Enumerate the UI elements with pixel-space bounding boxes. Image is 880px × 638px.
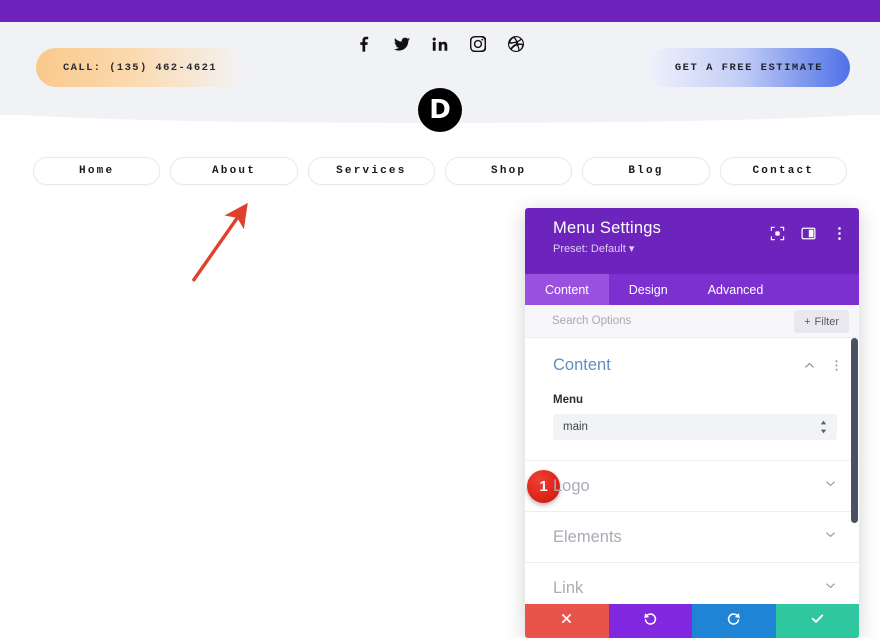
panel-preset-selector[interactable]: Preset: Default ▾ (553, 242, 843, 255)
dribbble-icon[interactable] (508, 36, 524, 52)
instagram-icon[interactable] (470, 36, 486, 52)
nav-item-services[interactable]: Services (307, 157, 435, 185)
panel-header-actions (770, 226, 847, 241)
nav-label: Contact (752, 165, 815, 177)
chevron-down-icon (824, 528, 837, 546)
divi-logo-letter: D (429, 95, 451, 125)
menu-settings-panel: Menu Settings Preset: Default ▾ Content … (525, 208, 859, 638)
save-button[interactable] (775, 604, 859, 638)
redo-icon (726, 611, 741, 631)
plus-icon: + (804, 315, 811, 328)
section-link-title: Link (553, 578, 584, 597)
panel-header: Menu Settings Preset: Default ▾ (525, 208, 859, 274)
nav-item-about[interactable]: About (170, 157, 298, 185)
panel-scrollbar[interactable] (851, 338, 858, 523)
nav-item-home[interactable]: Home (33, 157, 161, 185)
redo-button[interactable] (692, 604, 776, 638)
tab-label: Advanced (707, 282, 764, 297)
tab-label: Content (545, 282, 589, 297)
nav-label: Shop (491, 165, 527, 177)
cancel-button[interactable] (525, 604, 609, 638)
nav-label: Services (336, 165, 407, 177)
panel-tabs: Content Design Advanced (525, 274, 859, 305)
top-purple-bar (0, 0, 880, 22)
app-root: CALL: (135) 462-4621 GET A FREE ESTIMATE… (0, 0, 880, 638)
nav-item-blog[interactable]: Blog (582, 157, 710, 185)
filter-label: Filter (814, 315, 839, 328)
menu-field-label: Menu (553, 394, 584, 406)
nav-label: Home (79, 165, 115, 177)
panel-body: Content Menu main 1 Logo Elements Link (525, 338, 859, 604)
more-options-icon[interactable] (832, 226, 847, 241)
menu-select-wrapper: main 1 (527, 414, 837, 503)
section-link[interactable]: Link (525, 563, 859, 604)
section-elements[interactable]: Elements (525, 512, 859, 563)
tab-label: Design (628, 282, 668, 297)
tab-advanced[interactable]: Advanced (688, 274, 784, 305)
annotation-arrow-icon (191, 202, 248, 282)
section-content-title: Content (553, 356, 611, 374)
chevron-down-icon (824, 477, 837, 495)
social-icons-row (0, 36, 880, 52)
menu-select[interactable]: main (553, 414, 837, 440)
section-content: Content Menu main 1 (525, 338, 859, 503)
nav-item-shop[interactable]: Shop (444, 157, 573, 185)
caret-down-icon: ▾ (628, 243, 635, 255)
section-logo[interactable]: Logo (525, 461, 859, 512)
main-navigation: Home About Services Shop Blog Contact (0, 157, 880, 185)
divi-logo[interactable]: D (418, 88, 462, 132)
focus-target-icon[interactable] (770, 226, 785, 241)
facebook-icon[interactable] (356, 36, 372, 52)
search-row: + Filter (525, 305, 859, 338)
check-icon (810, 611, 825, 631)
nav-label: Blog (628, 165, 664, 177)
panel-footer (525, 604, 859, 638)
nav-label: About (211, 165, 256, 177)
undo-icon (643, 611, 658, 631)
tab-design[interactable]: Design (609, 274, 688, 305)
twitter-icon[interactable] (394, 36, 410, 52)
tab-content[interactable]: Content (525, 274, 609, 305)
get-free-estimate-button[interactable]: GET A FREE ESTIMATE (648, 48, 850, 87)
call-phone-button[interactable]: CALL: (135) 462-4621 (36, 48, 244, 87)
chevron-down-icon (824, 579, 837, 597)
section-elements-title: Elements (553, 527, 622, 546)
filter-button[interactable]: + Filter (794, 310, 849, 333)
estimate-label: GET A FREE ESTIMATE (674, 61, 824, 74)
nav-item-contact[interactable]: Contact (719, 157, 847, 185)
panel-layout-icon[interactable] (801, 226, 816, 241)
close-icon (560, 612, 573, 630)
call-phone-label: CALL: (135) 462-4621 (62, 61, 218, 74)
undo-button[interactable] (608, 604, 692, 638)
linkedin-icon[interactable] (432, 36, 448, 52)
panel-preset-label: Preset: Default (553, 243, 626, 255)
section-logo-title: Logo (553, 476, 590, 495)
section-more-options-icon[interactable] (830, 359, 843, 377)
section-content-controls (803, 359, 843, 377)
chevron-up-icon[interactable] (803, 359, 816, 377)
